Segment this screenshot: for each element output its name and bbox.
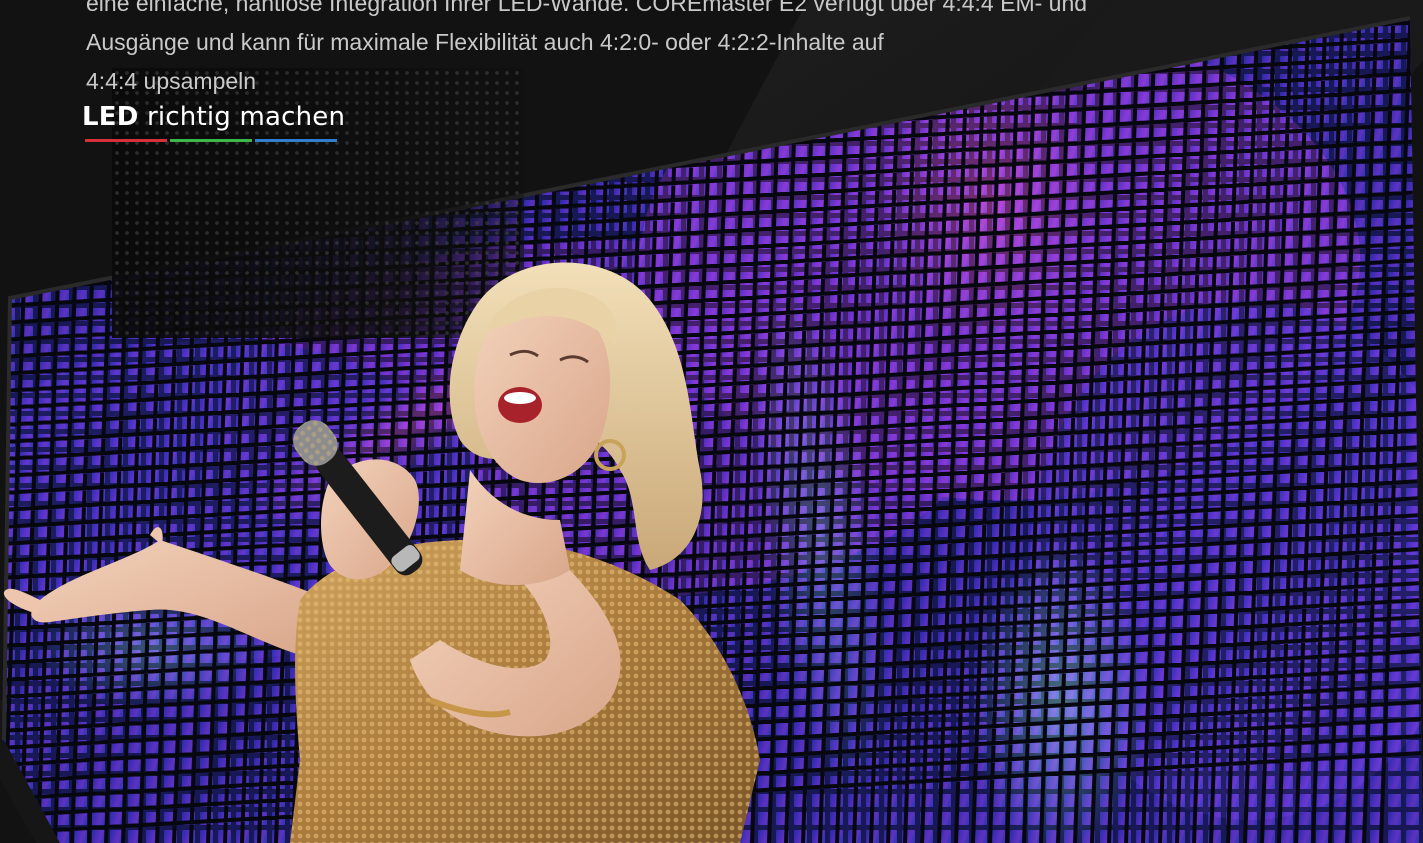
body-text-line: eine einfache, nahtlose Integration Ihre… <box>86 0 1088 16</box>
underline-green-segment <box>170 139 252 142</box>
led-link-text: richtig machen <box>138 102 346 132</box>
led-link-bold: LED <box>82 102 139 132</box>
led-richtig-machen-link[interactable]: LED richtig machen <box>82 102 345 132</box>
body-text-line: Ausgänge und kann für maximale Flexibili… <box>86 29 884 55</box>
rgb-underline <box>85 139 337 142</box>
underline-blue-segment <box>255 139 337 142</box>
body-text-line: 4:4:4 upsampeln <box>86 68 257 94</box>
underline-red-segment <box>85 139 167 142</box>
hero-banner: eine einfache, nahtlose Integration Ihre… <box>0 0 1423 843</box>
body-paragraph: eine einfache, nahtlose Integration Ihre… <box>86 0 1206 101</box>
